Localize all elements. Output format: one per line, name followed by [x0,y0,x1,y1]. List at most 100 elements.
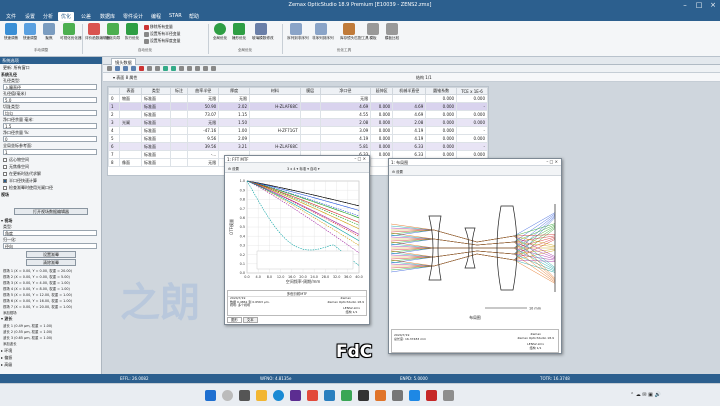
material-cell[interactable]: H-ZLAF68C [249,102,301,111]
thickness-cell[interactable]: 3.21 [218,142,250,151]
mech-semi-dia-cell[interactable]: 4.19 [392,126,427,135]
chip-zone-cell[interactable]: 0.000 [370,142,394,151]
cut-icon[interactable] [139,66,144,71]
conic-cell[interactable]: 0.000 [425,94,458,103]
coating-cell[interactable] [299,126,321,135]
tce-cell[interactable]: 0.000 [456,94,488,103]
material-cell[interactable] [249,94,301,103]
menu-file[interactable]: 文件 [3,12,19,21]
set-thickness-variables-button[interactable]: 设置所有厚度变量 [144,38,180,44]
mech-semi-dia-cell[interactable]: 4.69 [392,110,427,119]
quick-focus-button[interactable]: 快速调焦 [2,23,20,40]
slider-button[interactable]: 聚焦 [40,23,58,40]
table-row[interactable]: 2 标准面 73.07 1.15 4.55 0.000 4.69 0.000 0.000 [108,110,488,119]
wavelength-3[interactable]: 波长 3 (0.65 μm, 权重 = 1.00) [3,335,52,340]
file-explorer-icon[interactable] [256,390,267,401]
scale-icon[interactable] [195,66,200,71]
table-row[interactable]: 6 标准面 39.56 3.21 H-ZLAF68C 5.81 0.000 6.33 0.000… [108,142,488,151]
surface-type[interactable]: 标准面 [141,94,171,103]
nonsequential-to-sequential-button[interactable]: 非序列到序列 [312,23,334,40]
surface-number[interactable]: 7 [108,150,121,159]
surface-number[interactable]: 6 [108,142,121,151]
polarization-section[interactable]: ▸ 偏振 [1,355,12,361]
menu-tolerance[interactable]: 公差 [78,12,94,21]
environment-section[interactable]: ▸ 环境 [1,348,12,354]
radius-cell[interactable]: 无限 [187,94,220,103]
clear-semi-dia-cell[interactable]: 无限 [319,94,372,103]
conic-cell[interactable]: 0.000 [425,118,458,127]
update-selector[interactable]: 更新: 所有窗口 [3,65,30,71]
surface-name[interactable] [119,102,143,111]
coating-cell[interactable] [299,142,321,151]
field-5[interactable]: 视场 5 (X = 0.00, Y = 12.00, 权重 = 1.00) [3,292,72,297]
app-icon[interactable] [290,390,301,401]
tce-cell[interactable]: - [456,142,488,151]
surface-type[interactable]: 标准面 [141,110,171,119]
delete-icon[interactable] [131,66,136,71]
mech-semi-dia-cell[interactable]: 6.33 [392,142,427,151]
make-thermal-icon[interactable] [179,66,184,71]
thickness-cell[interactable]: 1.00 [218,126,250,135]
surface-type[interactable]: 标准面 [141,150,171,159]
apodization-select[interactable]: 均匀 [3,110,97,116]
field-3[interactable]: 视场 3 (X = 0.00, Y = 4.00, 权重 = 1.00) [3,280,70,285]
aperture-value-input[interactable]: 5.0 [3,97,97,103]
checkbox[interactable] [3,172,7,176]
table-row[interactable]: 5 标准面 9.56 2.09 4.19 0.000 4.19 0.000 0.000 [108,134,488,143]
table-row[interactable]: 1 标准面 50.90 2.02 H-ZLAF68C 4.69 0.000 4.69 0.000… [108,102,488,111]
mech-semi-dia-cell[interactable]: 4.19 [392,134,427,143]
variable-icon[interactable] [171,66,176,71]
material-cell[interactable] [249,110,301,119]
radius-cell[interactable]: -... [187,150,220,159]
radius-cell[interactable]: 无限 [187,158,220,167]
menu-help[interactable]: 帮助 [186,12,202,21]
windows-start-icon[interactable] [205,390,216,401]
thickness-cell[interactable]: 1.15 [218,110,250,119]
radius-cell[interactable]: 无限 [187,118,220,127]
conic-cell[interactable]: 0.000 [425,134,458,143]
coating-cell[interactable] [299,118,321,127]
checkbox-afocal[interactable]: 无焦像空间 [3,164,29,170]
conic-cell[interactable]: 0.000 [425,110,458,119]
checkbox-telecentric[interactable]: 远心物空间 [3,157,29,163]
copy-icon[interactable] [147,66,152,71]
add-wavelength[interactable]: 添加波长 [3,341,17,346]
optimization-wizard-button[interactable]: 优化向导 [104,23,122,40]
field-1[interactable]: 视场 1 (X = 0.00, Y = 0.00, 权重 = 20.00) [3,268,72,273]
material-cell[interactable]: H-ZF71GT [249,126,301,135]
clear-semi-dia-cell[interactable]: 4.55 [319,110,372,119]
hammer-optimize-button[interactable]: 锤形优化 [230,23,248,40]
global-ref-select[interactable]: 1 [3,149,97,155]
mtf-layout-selector[interactable]: 3 x 4 ▾ 标准 ▾ 自动 ▾ [287,166,320,171]
coating-cell[interactable] [299,134,321,143]
zemax-icon[interactable] [324,390,335,401]
surface-type[interactable]: 标准面 [141,118,171,127]
clear-semi-dia-cell[interactable]: 4.69 [319,102,372,111]
sequential-to-nonsequential-button[interactable]: 序列到非序列 [287,23,309,40]
radius-cell[interactable]: 73.07 [187,110,220,119]
field-7[interactable]: 视场 7 (X = 0.00, Y = 20.00, 权重 = 1.00) [3,304,72,309]
radius-cell[interactable]: 50.90 [187,102,220,111]
edge-icon[interactable] [273,390,284,401]
set-radius-variables-button[interactable]: 设置所有半径变量 [144,31,180,37]
field-6[interactable]: 视场 6 (X = 0.00, Y = 16.00, 权重 = 1.00) [3,298,72,303]
mech-semi-dia-cell[interactable]: 2.08 [392,118,427,127]
app-icon[interactable] [358,390,369,401]
checkbox[interactable] [3,165,7,169]
template-button[interactable]: 模板 [364,23,382,40]
surface-name[interactable] [119,110,143,119]
coating-cell[interactable] [299,102,321,111]
menu-star[interactable]: STAR [166,12,185,20]
field-2[interactable]: 视场 2 (X = 0.00, Y = 0.00, 权重 = 5.00) [3,274,70,279]
tab-text[interactable]: 文本 [242,317,258,323]
surface-name[interactable] [119,134,143,143]
comment-cell[interactable] [169,102,189,111]
comment-cell[interactable] [169,110,189,119]
settings-icon[interactable] [115,66,120,71]
set-vignetting-button[interactable]: 设置渐晕 [26,251,76,258]
app-icon[interactable] [443,390,454,401]
radius-cell[interactable]: -47.16 [187,126,220,135]
clear-semi-dia-cell[interactable]: 5.81 [319,142,372,151]
chip-zone-cell[interactable]: 0.000 [370,134,394,143]
mech-semi-dia-cell[interactable] [392,94,427,103]
